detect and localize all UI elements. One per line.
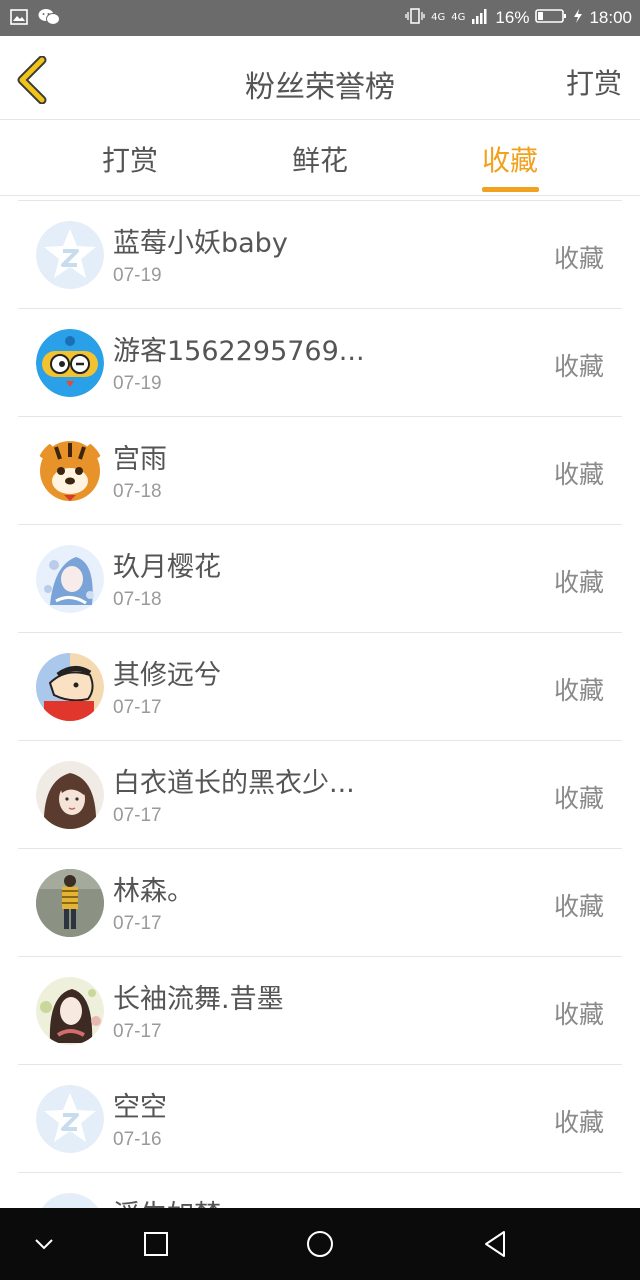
default-avatar — [36, 221, 104, 289]
status-bar: 4G 4G 16% 18:00 — [0, 0, 640, 36]
status-left — [10, 8, 60, 30]
status-right: 4G 4G 16% 18:00 — [405, 0, 632, 36]
favorite-date: 07-18 — [113, 589, 162, 610]
favorite-label: 收藏 — [553, 1108, 604, 1137]
default-avatar — [36, 1085, 104, 1153]
tiger-avatar — [36, 437, 104, 505]
favorite-date: 07-17 — [113, 697, 162, 718]
favorite-date: 07-16 — [113, 1129, 162, 1150]
reward-button[interactable]: 打赏 — [566, 62, 622, 102]
list-item-partial[interactable]: 浮生如梦 — [18, 1172, 622, 1212]
signal-icon — [471, 7, 489, 30]
cartoon-avatar — [36, 653, 104, 721]
battery-icon — [535, 8, 567, 29]
portrait-avatar — [36, 761, 104, 829]
vibrate-icon — [405, 7, 425, 30]
favorite-label: 收藏 — [553, 460, 604, 489]
user-name: 白衣道长的黑衣少... — [113, 768, 355, 799]
network-label-2: 4G — [451, 12, 466, 23]
system-nav-bar — [0, 1208, 640, 1280]
list-item[interactable]: 其修远兮 07-17 收藏 — [18, 632, 622, 740]
favorite-date: 07-19 — [113, 373, 162, 394]
list-item[interactable]: 空空 07-16 收藏 — [18, 1064, 622, 1172]
list-item[interactable]: 林森。 07-17 收藏 — [18, 848, 622, 956]
user-name: 蓝莓小妖baby — [113, 228, 288, 259]
favorite-label: 收藏 — [553, 676, 604, 705]
clock: 18:00 — [589, 8, 632, 27]
battery-percent: 16% — [495, 8, 530, 27]
favorite-label: 收藏 — [553, 568, 604, 597]
list-item[interactable]: 宫雨 07-18 收藏 — [18, 416, 622, 524]
header: 粉丝荣誉榜 打赏 — [0, 36, 640, 120]
tab-favorites[interactable]: 收藏 — [450, 139, 570, 179]
favorites-list: 蓝莓小妖baby 07-19 收藏 游客1562295769... 07-19 … — [0, 200, 640, 1212]
square-icon — [144, 1232, 168, 1256]
chevron-down-icon — [35, 1239, 53, 1250]
wechat-icon — [38, 8, 60, 30]
favorite-label: 收藏 — [553, 784, 604, 813]
home-button[interactable] — [304, 1228, 336, 1260]
tab-reward[interactable]: 打赏 — [70, 139, 190, 179]
tab-bar: 打赏 鲜花 收藏 — [0, 121, 640, 196]
charging-icon — [573, 8, 583, 29]
favorite-date: 07-17 — [113, 805, 162, 826]
triangle-back-icon — [485, 1231, 505, 1257]
tab-flowers[interactable]: 鲜花 — [260, 139, 380, 179]
list-item[interactable]: 游客1562295769... 07-19 收藏 — [18, 308, 622, 416]
recents-button[interactable] — [140, 1228, 172, 1260]
user-name: 空空 — [113, 1092, 167, 1123]
favorite-date: 07-19 — [113, 265, 162, 286]
list-item[interactable]: 玖月樱花 07-18 收藏 — [18, 524, 622, 632]
user-name: 长袖流舞.昔墨 — [113, 984, 284, 1015]
active-tab-indicator — [482, 187, 539, 192]
collapse-button[interactable] — [28, 1228, 60, 1260]
illustration-avatar — [36, 977, 104, 1045]
favorite-label: 收藏 — [553, 892, 604, 921]
favorite-date: 07-18 — [113, 481, 162, 502]
back-nav-button[interactable] — [480, 1228, 512, 1260]
circle-icon — [307, 1231, 333, 1257]
list-item[interactable]: 白衣道长的黑衣少... 07-17 收藏 — [18, 740, 622, 848]
image-icon — [10, 9, 28, 29]
favorite-date: 07-17 — [113, 1021, 162, 1042]
user-name: 林森。 — [113, 876, 194, 907]
robot-avatar — [36, 329, 104, 397]
favorite-label: 收藏 — [553, 352, 604, 381]
anime-girl-avatar — [36, 545, 104, 613]
user-name: 其修远兮 — [113, 660, 221, 691]
user-name: 游客1562295769... — [113, 336, 365, 367]
favorite-label: 收藏 — [553, 1000, 604, 1029]
favorite-label: 收藏 — [553, 244, 604, 273]
list-item[interactable]: 长袖流舞.昔墨 07-17 收藏 — [18, 956, 622, 1064]
network-label: 4G — [431, 12, 446, 23]
photo-avatar — [36, 869, 104, 937]
user-name: 宫雨 — [113, 444, 167, 475]
user-name: 玖月樱花 — [113, 552, 221, 583]
page-title: 粉丝荣誉榜 — [245, 70, 395, 105]
favorite-date: 07-17 — [113, 913, 162, 934]
list-item[interactable]: 蓝莓小妖baby 07-19 收藏 — [18, 200, 622, 308]
